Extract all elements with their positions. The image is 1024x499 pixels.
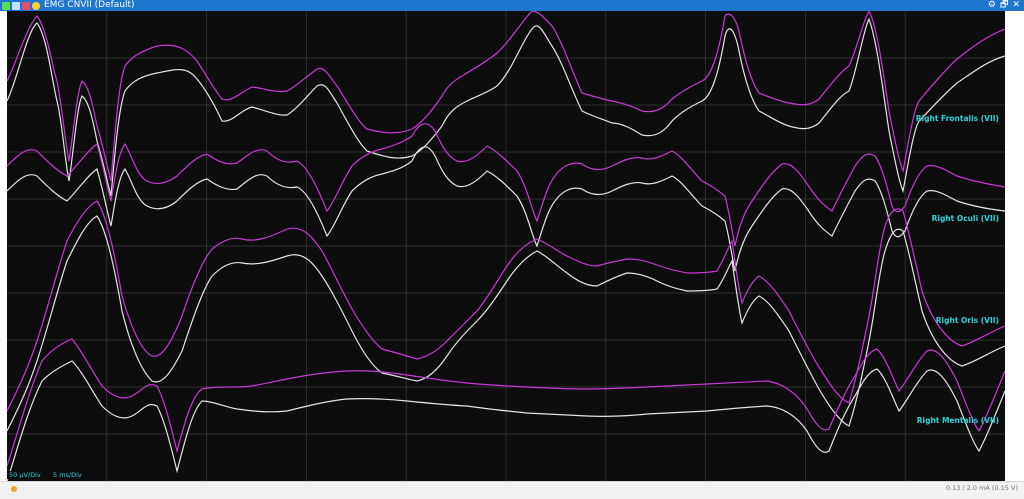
status-bar: 0.13 / 2.0 mA (0.15 V) (0, 481, 1024, 499)
trace-canvas (7, 11, 1005, 481)
time-scale: 5 ms/Div (51, 471, 84, 479)
channel-label-oris: Right Oris (VII) (935, 316, 999, 325)
record-icon[interactable] (22, 1, 30, 10)
window-title: EMG CNVII (Default) (44, 0, 135, 10)
title-bar-icons (2, 1, 40, 10)
stimulus-indicator-icon (11, 486, 17, 492)
channel-label-mentalis: Right Mentalis (VII) (916, 416, 999, 425)
amplitude-scale: 50 µV/Div (7, 471, 43, 479)
status-icon[interactable] (2, 1, 10, 10)
restore-icon[interactable]: 🗗 (1000, 0, 1008, 11)
channel-label-oculi: Right Oculi (VII) (931, 214, 999, 223)
close-icon[interactable]: ✕ (1012, 0, 1020, 11)
settings-icon[interactable]: ⚙ (988, 0, 996, 11)
stimulus-readout: 0.13 / 2.0 mA (0.15 V) (945, 484, 1018, 492)
light-icon[interactable] (32, 1, 40, 10)
emg-trace-area[interactable]: Right Frontalis (VII) Right Oculi (VII) … (7, 11, 1005, 481)
title-bar: EMG CNVII (Default) ⚙ 🗗 ✕ (0, 0, 1024, 11)
channel-label-frontalis: Right Frontalis (VII) (915, 114, 999, 123)
save-icon[interactable] (12, 1, 20, 10)
